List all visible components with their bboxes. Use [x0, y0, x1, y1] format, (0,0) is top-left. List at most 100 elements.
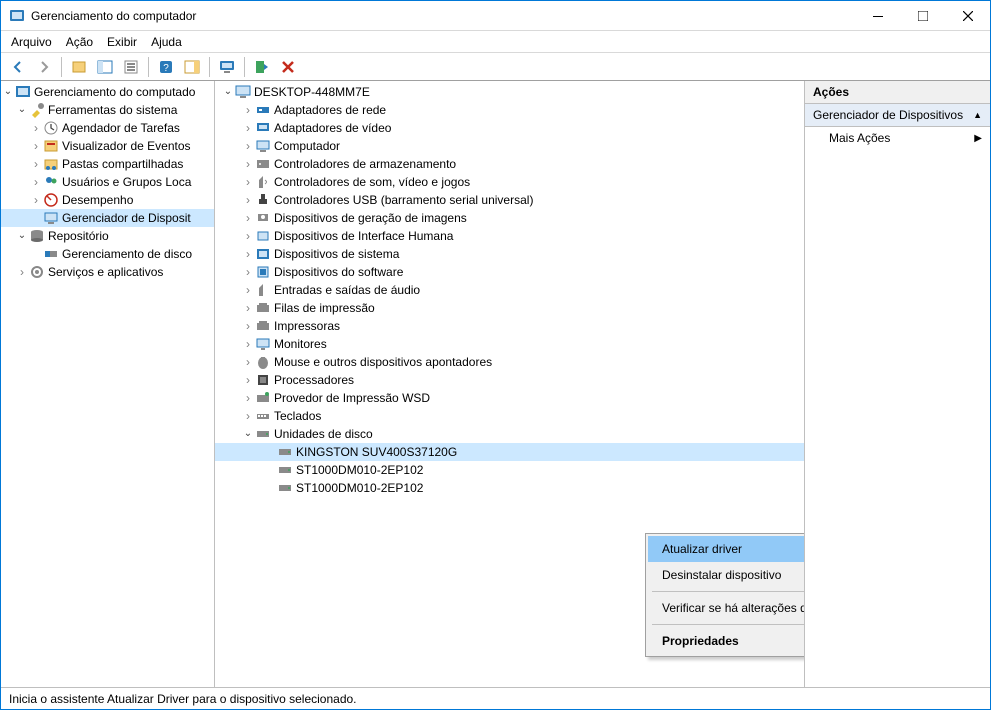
- category-icon: [255, 318, 271, 334]
- monitor-icon[interactable]: [216, 56, 238, 78]
- device-tree[interactable]: DESKTOP-448MM7E Adaptadores de redeAdapt…: [215, 81, 805, 687]
- disk-drive-item[interactable]: KINGSTON SUV400S37120G: [215, 443, 804, 461]
- tree-storage[interactable]: Repositório: [1, 227, 214, 245]
- ctx-update-driver[interactable]: Atualizar driver: [648, 536, 805, 562]
- users-icon: [43, 174, 59, 190]
- status-bar: Inicia o assistente Atualizar Driver par…: [1, 687, 990, 709]
- device-category[interactable]: Provedor de Impressão WSD: [215, 389, 804, 407]
- status-text: Inicia o assistente Atualizar Driver par…: [9, 692, 357, 706]
- device-root[interactable]: DESKTOP-448MM7E: [215, 83, 804, 101]
- tree-services-apps[interactable]: Serviços e aplicativos: [1, 263, 214, 281]
- scan-hardware-button[interactable]: [251, 56, 273, 78]
- help-button[interactable]: ?: [155, 56, 177, 78]
- svg-text:?: ?: [163, 63, 169, 74]
- properties-button[interactable]: [120, 56, 142, 78]
- tree-event-viewer[interactable]: Visualizador de Eventos: [1, 137, 214, 155]
- device-category[interactable]: Adaptadores de rede: [215, 101, 804, 119]
- category-icon: [255, 300, 271, 316]
- category-icon: [255, 192, 271, 208]
- close-button[interactable]: [945, 1, 990, 30]
- device-category[interactable]: Dispositivos de Interface Humana: [215, 227, 804, 245]
- forward-button[interactable]: [33, 56, 55, 78]
- disk-mgmt-icon: [43, 246, 59, 262]
- storage-icon: [29, 228, 45, 244]
- services-icon: [29, 264, 45, 280]
- ctx-properties[interactable]: Propriedades: [648, 628, 805, 654]
- category-icon: [255, 336, 271, 352]
- device-category[interactable]: Controladores de som, vídeo e jogos: [215, 173, 804, 191]
- tree-device-manager[interactable]: Gerenciador de Disposit: [1, 209, 214, 227]
- device-category[interactable]: Dispositivos do software: [215, 263, 804, 281]
- device-category[interactable]: Controladores de armazenamento: [215, 155, 804, 173]
- category-icon: [255, 174, 271, 190]
- device-mgr-icon: [43, 210, 59, 226]
- context-menu: Atualizar driver Desinstalar dispositivo…: [645, 533, 805, 657]
- toolbar-separator: [209, 57, 210, 77]
- device-category[interactable]: Filas de impressão: [215, 299, 804, 317]
- device-category-disk-drives[interactable]: Unidades de disco: [215, 425, 804, 443]
- actions-more[interactable]: Mais Ações ▶: [805, 127, 990, 149]
- minimize-button[interactable]: [855, 1, 900, 30]
- device-category[interactable]: Adaptadores de vídeo: [215, 119, 804, 137]
- device-category[interactable]: Dispositivos de geração de imagens: [215, 209, 804, 227]
- device-category[interactable]: Teclados: [215, 407, 804, 425]
- device-category[interactable]: Impressoras: [215, 317, 804, 335]
- menu-bar: Arquivo Ação Exibir Ajuda: [1, 31, 990, 53]
- device-category[interactable]: Monitores: [215, 335, 804, 353]
- disk-drive-item[interactable]: ST1000DM010-2EP102: [215, 461, 804, 479]
- tree-disk-mgmt[interactable]: Gerenciamento de disco: [1, 245, 214, 263]
- tools-icon: [29, 102, 45, 118]
- tree-system-tools[interactable]: Ferramentas do sistema: [1, 101, 214, 119]
- actions-section[interactable]: Gerenciador de Dispositivos ▲: [805, 104, 990, 127]
- event-icon: [43, 138, 59, 154]
- category-icon: [255, 282, 271, 298]
- device-category[interactable]: Dispositivos de sistema: [215, 245, 804, 263]
- tree-users-groups[interactable]: Usuários e Grupos Loca: [1, 173, 214, 191]
- ctx-uninstall[interactable]: Desinstalar dispositivo: [648, 562, 805, 588]
- delete-button[interactable]: [277, 56, 299, 78]
- submenu-icon: ▶: [974, 133, 982, 144]
- menu-help[interactable]: Ajuda: [151, 35, 182, 49]
- ctx-scan-hardware[interactable]: Verificar se há alterações de hardware: [648, 595, 805, 621]
- menu-view[interactable]: Exibir: [107, 35, 137, 49]
- device-category[interactable]: Computador: [215, 137, 804, 155]
- clock-icon: [43, 120, 59, 136]
- back-button[interactable]: [7, 56, 29, 78]
- tree-root[interactable]: Gerenciamento do computado: [1, 83, 214, 101]
- up-button[interactable]: [68, 56, 90, 78]
- drive-icon: [277, 462, 293, 478]
- show-hide-action-pane-button[interactable]: [181, 56, 203, 78]
- disk-icon: [255, 426, 271, 442]
- maximize-button[interactable]: [900, 1, 945, 30]
- menu-file[interactable]: Arquivo: [11, 35, 52, 49]
- ctx-separator: [652, 591, 805, 592]
- category-icon: [255, 156, 271, 172]
- window-title: Gerenciamento do computador: [31, 9, 855, 23]
- category-icon: [255, 120, 271, 136]
- category-icon: [255, 138, 271, 154]
- titlebar: Gerenciamento do computador: [1, 1, 990, 31]
- desktop-icon: [235, 84, 251, 100]
- drive-icon: [277, 480, 293, 496]
- category-icon: [255, 228, 271, 244]
- folder-shared-icon: [43, 156, 59, 172]
- category-icon: [255, 390, 271, 406]
- device-category[interactable]: Mouse e outros dispositivos apontadores: [215, 353, 804, 371]
- category-icon: [255, 354, 271, 370]
- toolbar-separator: [148, 57, 149, 77]
- console-tree[interactable]: Gerenciamento do computado Ferramentas d…: [1, 81, 215, 687]
- category-icon: [255, 408, 271, 424]
- tree-task-scheduler[interactable]: Agendador de Tarefas: [1, 119, 214, 137]
- disk-drive-item[interactable]: ST1000DM010-2EP102: [215, 479, 804, 497]
- show-hide-tree-button[interactable]: [94, 56, 116, 78]
- menu-action[interactable]: Ação: [66, 35, 93, 49]
- tree-shared-folders[interactable]: Pastas compartilhadas: [1, 155, 214, 173]
- toolbar-separator: [244, 57, 245, 77]
- device-category[interactable]: Entradas e saídas de áudio: [215, 281, 804, 299]
- tree-performance[interactable]: Desempenho: [1, 191, 214, 209]
- device-category[interactable]: Controladores USB (barramento serial uni…: [215, 191, 804, 209]
- window-controls: [855, 1, 990, 30]
- toolbar-separator: [61, 57, 62, 77]
- device-category[interactable]: Processadores: [215, 371, 804, 389]
- actions-pane: Ações Gerenciador de Dispositivos ▲ Mais…: [805, 81, 990, 687]
